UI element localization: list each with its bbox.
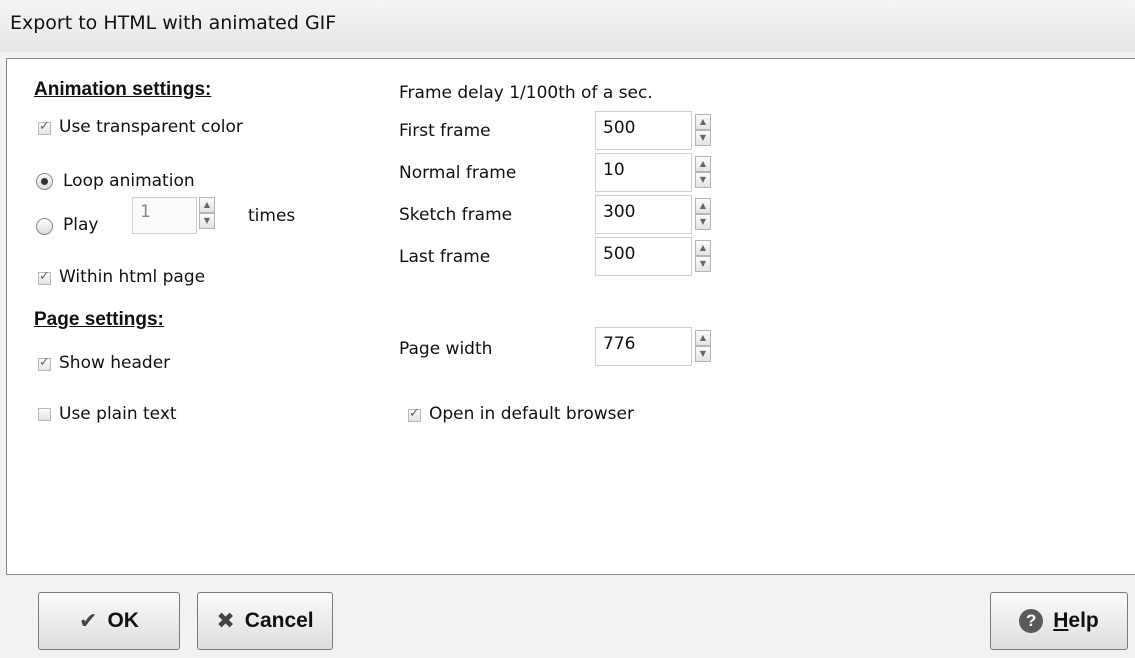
radio-selected-dot (41, 178, 48, 185)
title-bar: Export to HTML with animated GIF (0, 0, 1135, 52)
checkmark-icon: ✓ (409, 406, 420, 421)
sketch-frame-stepper[interactable]: ▲ ▼ (695, 195, 711, 232)
window-title: Export to HTML with animated GIF (10, 12, 337, 34)
show-header-checkbox[interactable]: ✓ (38, 355, 51, 371)
checkmark-icon: ✓ (39, 269, 50, 284)
last-frame-stepper[interactable]: ▲ ▼ (695, 237, 711, 274)
arrow-up-icon[interactable]: ▲ (695, 330, 711, 346)
open-browser-checkbox[interactable]: ✓ (408, 406, 421, 422)
within-html-checkbox[interactable]: ✓ (38, 269, 51, 285)
play-times-label: times (248, 206, 296, 226)
use-transparent-checkbox[interactable]: ✓ (38, 119, 51, 135)
within-html-label: Within html page (59, 267, 206, 287)
play-count-input[interactable]: 1 (132, 197, 197, 234)
normal-frame-label: Normal frame (399, 163, 517, 183)
x-icon: ✖ (216, 608, 235, 633)
ok-button[interactable]: ✔ OK (38, 592, 180, 650)
cancel-label: Cancel (244, 609, 314, 632)
normal-frame-input[interactable]: 10 (595, 153, 692, 192)
first-frame-input[interactable]: 500 (595, 111, 692, 150)
arrow-down-icon[interactable]: ▼ (695, 130, 711, 146)
first-frame-stepper[interactable]: ▲ ▼ (695, 111, 711, 148)
arrow-up-icon[interactable]: ▲ (695, 198, 711, 214)
normal-frame-stepper[interactable]: ▲ ▼ (695, 153, 711, 190)
use-transparent-label: Use transparent color (59, 117, 243, 137)
first-frame-label: First frame (399, 121, 491, 141)
checkmark-icon: ✓ (39, 119, 50, 134)
play-count-stepper[interactable]: ▲ ▼ (199, 194, 215, 231)
arrow-down-icon[interactable]: ▼ (695, 172, 711, 188)
sketch-frame-label: Sketch frame (399, 205, 513, 225)
arrow-up-icon[interactable]: ▲ (695, 240, 711, 256)
checkmark-icon: ✓ (39, 355, 50, 370)
arrow-up-icon[interactable]: ▲ (695, 156, 711, 172)
last-frame-label: Last frame (399, 247, 491, 267)
loop-animation-label: Loop animation (63, 171, 195, 191)
arrow-up-icon[interactable]: ▲ (199, 197, 215, 213)
loop-animation-radio[interactable] (36, 173, 53, 190)
use-plain-text-checkbox[interactable] (38, 408, 51, 421)
settings-panel: Animation settings: ✓ Use transparent co… (6, 58, 1135, 575)
cancel-button[interactable]: ✖ Cancel (197, 592, 333, 650)
arrow-down-icon[interactable]: ▼ (695, 256, 711, 272)
checkmark-icon: ✔ (79, 608, 98, 633)
page-settings-heading: Page settings: (34, 309, 164, 330)
arrow-down-icon[interactable]: ▼ (695, 214, 711, 230)
show-header-label: Show header (59, 353, 171, 373)
open-browser-label: Open in default browser (429, 404, 634, 424)
use-plain-text-label: Use plain text (59, 404, 177, 424)
animation-settings-heading: Animation settings: (34, 79, 212, 100)
sketch-frame-input[interactable]: 300 (595, 195, 692, 234)
help-label: Help (1053, 609, 1099, 632)
frame-delay-heading: Frame delay 1/100th of a sec. (399, 83, 653, 103)
arrow-down-icon[interactable]: ▼ (695, 346, 711, 362)
ok-label: OK (107, 609, 139, 632)
page-width-stepper[interactable]: ▲ ▼ (695, 327, 711, 364)
play-radio[interactable] (36, 218, 53, 235)
help-button[interactable]: ? Help (990, 592, 1128, 650)
last-frame-input[interactable]: 500 (595, 237, 692, 276)
arrow-up-icon[interactable]: ▲ (695, 114, 711, 130)
play-label: Play (63, 215, 99, 235)
help-icon: ? (1019, 609, 1044, 633)
arrow-down-icon[interactable]: ▼ (199, 213, 215, 229)
page-width-input[interactable]: 776 (595, 327, 692, 366)
page-width-label: Page width (399, 339, 493, 359)
